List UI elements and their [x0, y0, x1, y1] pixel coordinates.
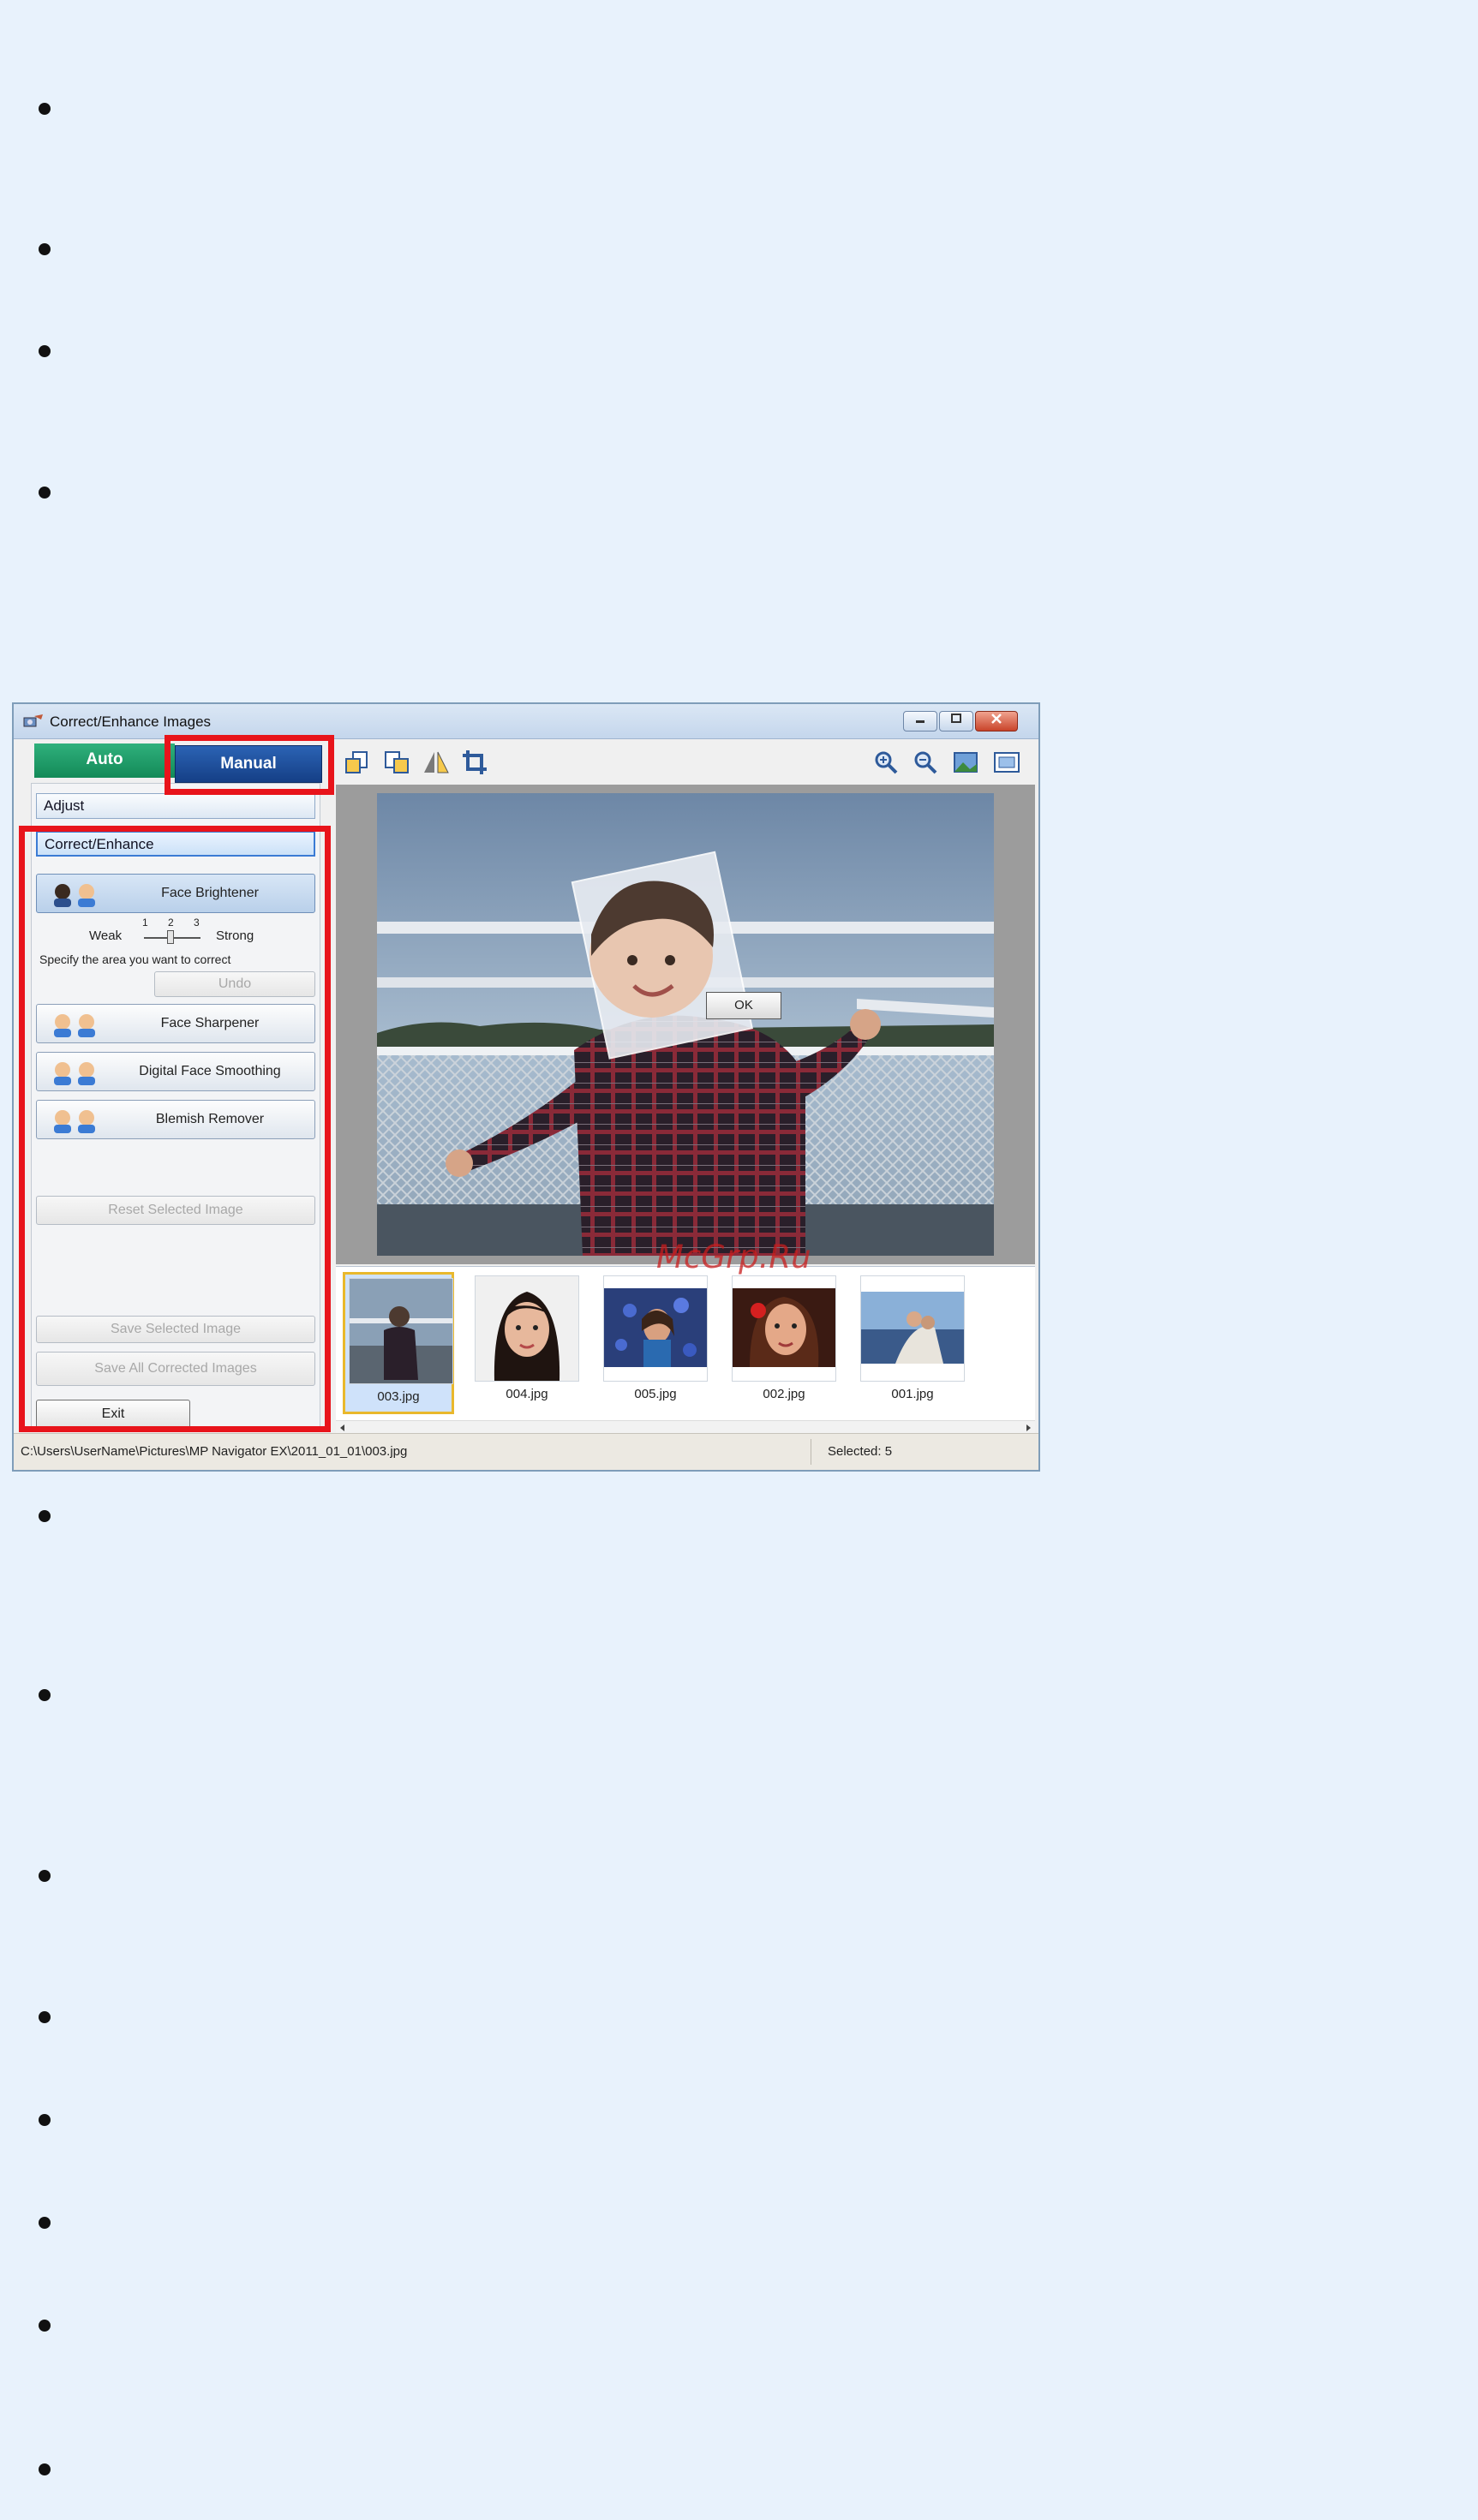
thumbnail-image [732, 1275, 836, 1382]
thumbnail-caption: 004.jpg [506, 1387, 548, 1401]
maximize-button[interactable] [939, 711, 973, 732]
status-file-path: C:\Users\UserName\Pictures\MP Navigator … [21, 1444, 408, 1459]
tab-auto[interactable]: Auto [34, 743, 175, 778]
thumbnail-002[interactable]: 002.jpg [728, 1272, 840, 1414]
flip-icon[interactable] [422, 749, 451, 776]
close-button[interactable] [975, 711, 1018, 732]
thumbnail-image [349, 1278, 453, 1384]
image-preview: OK [336, 785, 1035, 1264]
status-selected-count: Selected: 5 [828, 1444, 893, 1459]
minimize-button[interactable] [903, 711, 937, 732]
window-title: Correct/Enhance Images [50, 714, 212, 730]
zoom-out-icon[interactable] [912, 749, 941, 776]
thumbnail-001[interactable]: 001.jpg [857, 1272, 968, 1414]
bullet-1 [39, 103, 51, 115]
bullet-7 [39, 1870, 51, 1882]
scroll-left-icon[interactable] [338, 1423, 348, 1433]
rotate-left-icon[interactable] [343, 749, 372, 776]
thumbnail-005[interactable]: 005.jpg [600, 1272, 711, 1414]
bullet-10 [39, 2217, 51, 2229]
bullet-11 [39, 2320, 51, 2332]
thumbnail-004[interactable]: 004.jpg [471, 1272, 583, 1414]
full-image-icon[interactable] [951, 749, 980, 776]
thumbnail-strip: 003.jpg 004.jpg 005.jpg 002.jpg 001.jpg [336, 1266, 1035, 1435]
correct-panel-highlight-box [19, 826, 331, 1432]
title-bar: Correct/Enhance Images [14, 704, 1038, 739]
thumbnail-image [475, 1275, 579, 1382]
thumbnail-caption: 001.jpg [891, 1387, 934, 1401]
thumbnail-003[interactable]: 003.jpg [343, 1272, 454, 1414]
app-icon [23, 714, 43, 727]
scroll-right-icon[interactable] [1023, 1423, 1033, 1433]
toolbar [336, 742, 1038, 783]
bullet-8 [39, 2011, 51, 2023]
bullet-5 [39, 1510, 51, 1522]
minimize-icon [916, 720, 924, 723]
actual-size-icon[interactable] [992, 749, 1021, 776]
thumbnail-image [860, 1275, 965, 1382]
crop-icon[interactable] [461, 749, 490, 776]
photo-boy-on-fence [377, 793, 994, 1256]
status-bar: C:\Users\UserName\Pictures\MP Navigator … [14, 1433, 1038, 1470]
rotate-right-icon[interactable] [382, 749, 411, 776]
bullet-2 [39, 243, 51, 255]
bullet-6 [39, 1689, 51, 1701]
section-adjust[interactable]: Adjust [36, 793, 315, 819]
zoom-in-icon[interactable] [872, 749, 901, 776]
bullet-4 [39, 487, 51, 499]
thumbnail-caption: 003.jpg [377, 1389, 420, 1404]
manual-highlight-box [165, 735, 334, 795]
bullet-12 [39, 2463, 51, 2475]
preview-ok-button[interactable]: OK [706, 992, 781, 1019]
bullet-3 [39, 345, 51, 357]
maximize-icon [951, 714, 961, 723]
thumbnail-image [603, 1275, 708, 1382]
close-icon [991, 714, 1002, 724]
bullet-9 [39, 2114, 51, 2126]
correct-enhance-window: Correct/Enhance Images Auto Manual Adjus… [12, 702, 1040, 1472]
watermark: McGrp.Ru [656, 1239, 811, 1275]
thumbnail-caption: 005.jpg [634, 1387, 677, 1401]
thumbnail-caption: 002.jpg [763, 1387, 805, 1401]
